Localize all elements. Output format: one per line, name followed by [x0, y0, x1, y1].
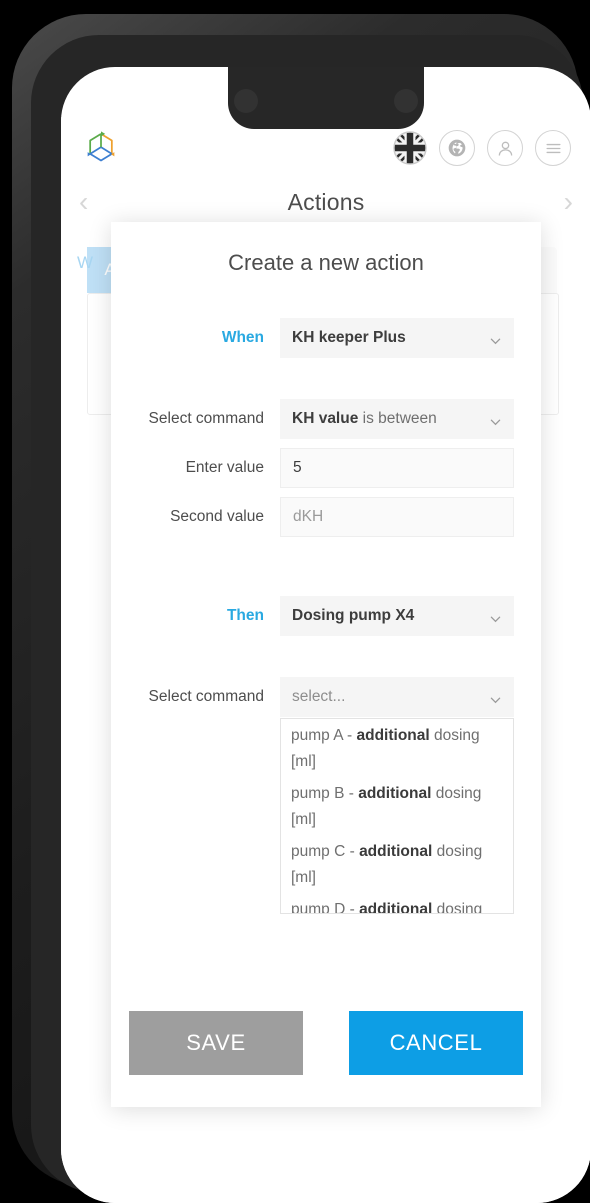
- chevron-down-icon: [490, 693, 501, 704]
- dropdown-option[interactable]: pump C - additional dosing [ml]: [281, 835, 513, 893]
- option-strong: additional: [359, 843, 433, 860]
- second-value-input[interactable]: dKH: [280, 497, 514, 537]
- modal-footer: SAVE CANCEL: [111, 1011, 541, 1107]
- then-command-label: Select command: [148, 688, 264, 705]
- then-command-control: select... pump A - additional dosing [ml…: [280, 677, 514, 914]
- when-command-value-suffix: is between: [362, 410, 437, 427]
- option-prefix: pump B -: [291, 785, 359, 802]
- chevron-down-icon: [490, 612, 501, 623]
- when-command-row: Select command KH value is between: [138, 399, 514, 439]
- chevron-down-icon: [490, 334, 501, 345]
- enter-value-control: 5: [280, 448, 514, 488]
- when-command-control: KH value is between: [280, 399, 514, 439]
- when-command-label: Select command: [148, 410, 264, 427]
- then-command-select[interactable]: select...: [280, 677, 514, 717]
- then-command-placeholder: select...: [292, 688, 346, 705]
- user-icon[interactable]: [487, 130, 523, 166]
- when-device-select[interactable]: KH keeper Plus: [280, 318, 514, 358]
- flag-uk-icon[interactable]: [393, 131, 427, 165]
- when-control: KH keeper Plus: [280, 318, 514, 358]
- front-camera-icon: [234, 89, 258, 113]
- enter-value-label: Enter value: [185, 459, 264, 476]
- page-title: Actions: [287, 188, 365, 215]
- then-row: Then Dosing pump X4: [138, 596, 514, 636]
- phone-frame-inner: ‹ Actions › A W Create a new action When…: [31, 35, 590, 1203]
- header-icon-group: [393, 130, 571, 166]
- dropdown-option[interactable]: pump D - additional dosing [ml]: [281, 893, 513, 914]
- enter-value-input[interactable]: 5: [280, 448, 514, 488]
- sensor-icon: [394, 89, 418, 113]
- option-prefix: pump A -: [291, 727, 357, 744]
- when-label: When: [221, 329, 264, 346]
- dropdown-option[interactable]: pump B - additional dosing [ml]: [281, 777, 513, 835]
- second-value-row: Second value dKH: [138, 497, 514, 537]
- dropdown-option[interactable]: pump A - additional dosing [ml]: [281, 719, 513, 777]
- second-value-control: dKH: [280, 497, 514, 537]
- phone-notch: [228, 67, 424, 129]
- option-strong: additional: [356, 727, 430, 744]
- option-prefix: pump C -: [291, 843, 360, 860]
- globe-icon[interactable]: [439, 130, 475, 166]
- phone-screen: ‹ Actions › A W Create a new action When…: [61, 67, 590, 1203]
- then-command-dropdown[interactable]: pump A - additional dosing [ml] pump B -…: [280, 718, 514, 914]
- modal-title: Create a new action: [228, 250, 424, 275]
- screenshot-stage: ‹ Actions › A W Create a new action When…: [0, 0, 590, 1203]
- background-card-text: W: [77, 253, 94, 272]
- then-command-row: Select command select... pump A - additi…: [138, 677, 514, 914]
- option-prefix: pump D -: [291, 901, 360, 914]
- next-page-arrow[interactable]: ›: [564, 188, 573, 216]
- save-button[interactable]: SAVE: [129, 1011, 303, 1075]
- create-action-form: When KH keeper Plus Select command KH va…: [111, 286, 541, 914]
- when-command-value-strong: KH value: [292, 410, 359, 427]
- prev-page-arrow[interactable]: ‹: [79, 188, 88, 216]
- cancel-button[interactable]: CANCEL: [349, 1011, 523, 1075]
- option-strong: additional: [359, 901, 433, 914]
- phone-frame-outer: ‹ Actions › A W Create a new action When…: [12, 14, 590, 1203]
- second-value-label: Second value: [170, 508, 264, 525]
- then-device-select[interactable]: Dosing pump X4: [280, 596, 514, 636]
- when-device-value: KH keeper Plus: [292, 329, 406, 346]
- cube-logo-icon[interactable]: [81, 128, 121, 168]
- enter-value-row: Enter value 5: [138, 448, 514, 488]
- when-row: When KH keeper Plus: [138, 318, 514, 358]
- when-command-select[interactable]: KH value is between: [280, 399, 514, 439]
- then-label: Then: [226, 607, 264, 624]
- option-strong: additional: [358, 785, 432, 802]
- page-title-bar: ‹ Actions ›: [61, 179, 590, 225]
- then-device-value: Dosing pump X4: [292, 607, 415, 624]
- hamburger-menu-icon[interactable]: [535, 130, 571, 166]
- chevron-down-icon: [490, 415, 501, 426]
- create-action-modal: Create a new action When KH keeper Plus: [111, 222, 541, 1107]
- then-control: Dosing pump X4: [280, 596, 514, 636]
